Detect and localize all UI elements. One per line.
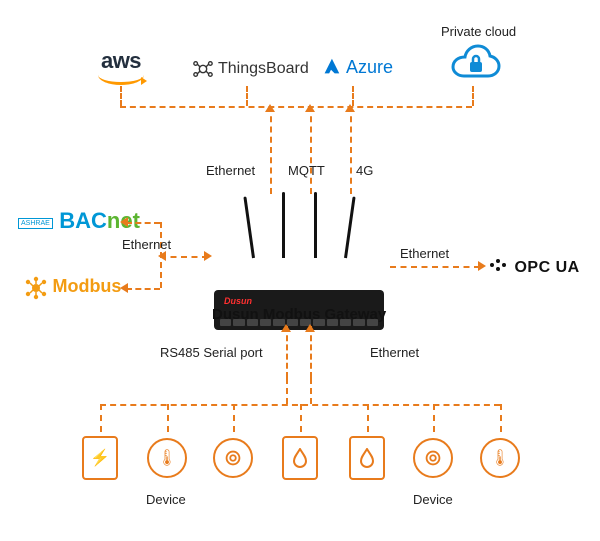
device-meter-icon: ⚡ [82, 436, 118, 480]
modbus-icon [24, 276, 48, 300]
device-radar2-icon [413, 438, 453, 478]
gateway-antenna-4 [344, 196, 356, 258]
downlink-ethernet-label: Ethernet [370, 345, 419, 360]
right-to-gateway [390, 266, 480, 268]
private-cloud-label: Private cloud [441, 24, 516, 39]
device-thermo-icon: 🌡 [147, 438, 187, 478]
gateway-antenna-2 [282, 192, 285, 258]
uplink-4g-arrow [345, 104, 355, 112]
left-to-gateway [160, 256, 208, 258]
dev-drop-4 [300, 404, 302, 432]
uplink-mqtt-line [310, 106, 312, 194]
downlink-rs485-label: RS485 Serial port [160, 345, 263, 360]
opcua-logo: OPC UA [490, 258, 580, 277]
right-to-gateway-arrow [478, 261, 486, 271]
aws-wordmark: aws [101, 48, 141, 74]
left-fork-bottom-arrow [120, 283, 128, 293]
right-link-label: Ethernet [400, 246, 449, 261]
azure-wordmark: Azure [346, 57, 393, 78]
aws-smile-icon [98, 75, 144, 85]
left-to-gateway-arrow-l [158, 251, 166, 261]
cloud-drop-azure [352, 86, 354, 106]
left-to-gateway-arrow-r [204, 251, 212, 261]
modbus-wordmark: Modbus [52, 276, 121, 296]
azure-logo: Azure [320, 56, 393, 78]
dev-drop-7 [500, 404, 502, 432]
cloud-drop-aws [120, 86, 122, 106]
uplink-ethernet-arrow [265, 104, 275, 112]
device-label-right: Device [413, 492, 453, 507]
down-right-vline [310, 326, 312, 378]
private-cloud-icon [448, 44, 498, 78]
opcua-wordmark: OPC UA [514, 259, 579, 276]
uplink-ethernet-label: Ethernet [206, 163, 255, 178]
gateway-antenna-1 [243, 196, 255, 258]
dev-drop-1 [100, 404, 102, 432]
gateway-antenna-3 [314, 192, 317, 258]
aws-logo: aws [98, 48, 144, 85]
ashrae-badge: ASHRAE [18, 218, 53, 229]
dev-drop-3 [233, 404, 235, 432]
down-right-arrow [305, 324, 315, 332]
modbus-logo: Modbus [24, 276, 121, 300]
opcua-icon [490, 258, 508, 272]
device-label-left: Device [146, 492, 186, 507]
left-fork-bottom [126, 288, 160, 290]
device-thermo2-icon: 🌡 [480, 438, 520, 478]
left-fork-top [126, 222, 160, 224]
cloud-drop-tb [246, 86, 248, 106]
device-drop-icon [282, 436, 318, 480]
uplink-4g-label: 4G [356, 163, 373, 178]
gateway-brand-badge: Dusun [224, 296, 252, 306]
uplink-mqtt-arrow [305, 104, 315, 112]
left-fork-top-arrow [120, 217, 128, 227]
down-right-to-bus [310, 378, 312, 404]
cloud-bus-line [120, 106, 472, 108]
thingsboard-wordmark: ThingsBoard [218, 60, 309, 78]
gateway-title: Dusun Modbus Gateway [212, 306, 386, 323]
thingsboard-logo: ThingsBoard [192, 58, 309, 80]
thingsboard-icon [192, 58, 214, 80]
down-left-arrow [281, 324, 291, 332]
device-radar-icon [213, 438, 253, 478]
device-drop2-icon [349, 436, 385, 480]
down-left-to-bus [286, 378, 288, 404]
azure-icon [320, 56, 342, 78]
uplink-4g-line [350, 106, 352, 194]
dev-drop-2 [167, 404, 169, 432]
uplink-ethernet-line [270, 106, 272, 194]
down-left-vline [286, 326, 288, 378]
uplink-mqtt-label: MQTT [288, 163, 325, 178]
dev-drop-6 [433, 404, 435, 432]
left-link-label: Ethernet [122, 237, 171, 252]
cloud-drop-private [472, 86, 474, 106]
dev-drop-5 [367, 404, 369, 432]
